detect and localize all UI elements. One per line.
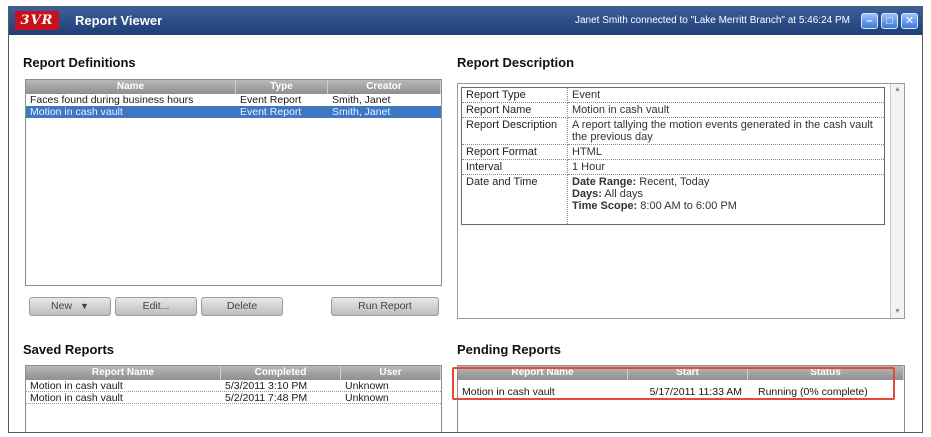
app-logo: 3VR [15,11,59,30]
highlight-box [452,367,895,400]
report-definitions-title: Report Definitions [23,55,136,70]
table-row[interactable]: Motion in cash vault 5/2/2011 7:48 PM Un… [26,392,441,404]
description-key: Interval [461,159,568,175]
window-title: Report Viewer [75,13,163,28]
description-value: HTML [567,144,885,160]
days-label: Days: [572,188,602,200]
pending-reports-title: Pending Reports [457,342,562,357]
saved-report-completed-cell: 5/2/2011 7:48 PM [225,392,308,403]
description-value: A report tallying the motion events gene… [567,117,885,145]
saved-report-completed-cell: 5/3/2011 3:10 PM [225,380,308,391]
time-scope-label: Time Scope: [572,200,638,212]
date-range-label: Date Range: [572,176,637,188]
days-value: All days [604,188,643,200]
report-type-cell: Event Report [240,106,302,118]
description-key: Date and Time [461,174,568,225]
date-range-value: Recent, Today [639,176,710,188]
description-scrollbar[interactable]: ▲ ▼ [890,84,904,318]
column-header-type[interactable]: Type [236,80,328,94]
maximize-button[interactable]: □ [881,13,898,29]
edit-button[interactable]: Edit... [115,297,197,316]
saved-report-name-cell: Motion in cash vault [30,380,123,391]
column-header-user[interactable]: User [341,366,441,380]
new-button-label: New [51,300,73,312]
column-header-completed[interactable]: Completed [221,366,341,380]
table-row[interactable]: Motion in cash vault 5/3/2011 3:10 PM Un… [26,380,441,392]
title-bar: 3VR Report Viewer Janet Smith connected … [9,7,922,35]
table-row[interactable]: Faces found during business hours Event … [26,94,441,106]
report-creator-cell: Smith, Janet [332,106,391,118]
table-row-selected[interactable]: Motion in cash vault Event Report Smith,… [26,106,441,118]
report-definitions-grid[interactable]: Name Type Creator Faces found during bus… [25,79,442,286]
minimize-button[interactable]: – [861,13,878,29]
description-value: Event [567,87,885,103]
close-button[interactable]: ✕ [901,13,918,29]
scroll-up-icon[interactable]: ▲ [891,84,904,96]
column-header-name[interactable]: Name [26,80,236,94]
description-value: 1 Hour [567,159,885,175]
report-description-panel: Report Type Event Report Name Motion in … [457,83,905,319]
time-scope-value: 8:00 AM to 6:00 PM [640,200,737,212]
grid-header: Name Type Creator [26,80,441,94]
description-key: Report Format [461,144,568,160]
report-description-table: Report Type Event Report Name Motion in … [461,87,885,225]
description-value: Motion in cash vault [567,102,885,118]
date-time-value: Date Range: Recent, Today Days: All days… [567,174,885,225]
description-key: Report Name [461,102,568,118]
column-header-report-name[interactable]: Report Name [26,366,221,380]
connection-status: Janet Smith connected to "Lake Merritt B… [574,15,850,26]
report-description-title: Report Description [457,55,575,70]
new-dropdown-button[interactable]: New ▼ [29,297,111,316]
column-header-creator[interactable]: Creator [328,80,441,94]
saved-reports-grid[interactable]: Report Name Completed User Motion in cas… [25,365,442,432]
report-name-cell: Motion in cash vault [30,106,123,118]
saved-reports-title: Saved Reports [23,342,115,357]
scroll-down-icon[interactable]: ▼ [891,306,904,318]
report-name-cell: Faces found during business hours [30,94,194,106]
description-key: Report Type [461,87,568,103]
delete-button[interactable]: Delete [201,297,283,316]
description-key: Report Description [461,117,568,145]
report-type-cell: Event Report [240,94,302,106]
grid-header: Report Name Completed User [26,366,441,380]
chevron-down-icon: ▼ [80,301,89,311]
run-report-button[interactable]: Run Report [331,297,439,316]
saved-report-user-cell: Unknown [345,380,389,391]
report-creator-cell: Smith, Janet [332,94,391,106]
saved-report-name-cell: Motion in cash vault [30,392,123,403]
saved-report-user-cell: Unknown [345,392,389,403]
